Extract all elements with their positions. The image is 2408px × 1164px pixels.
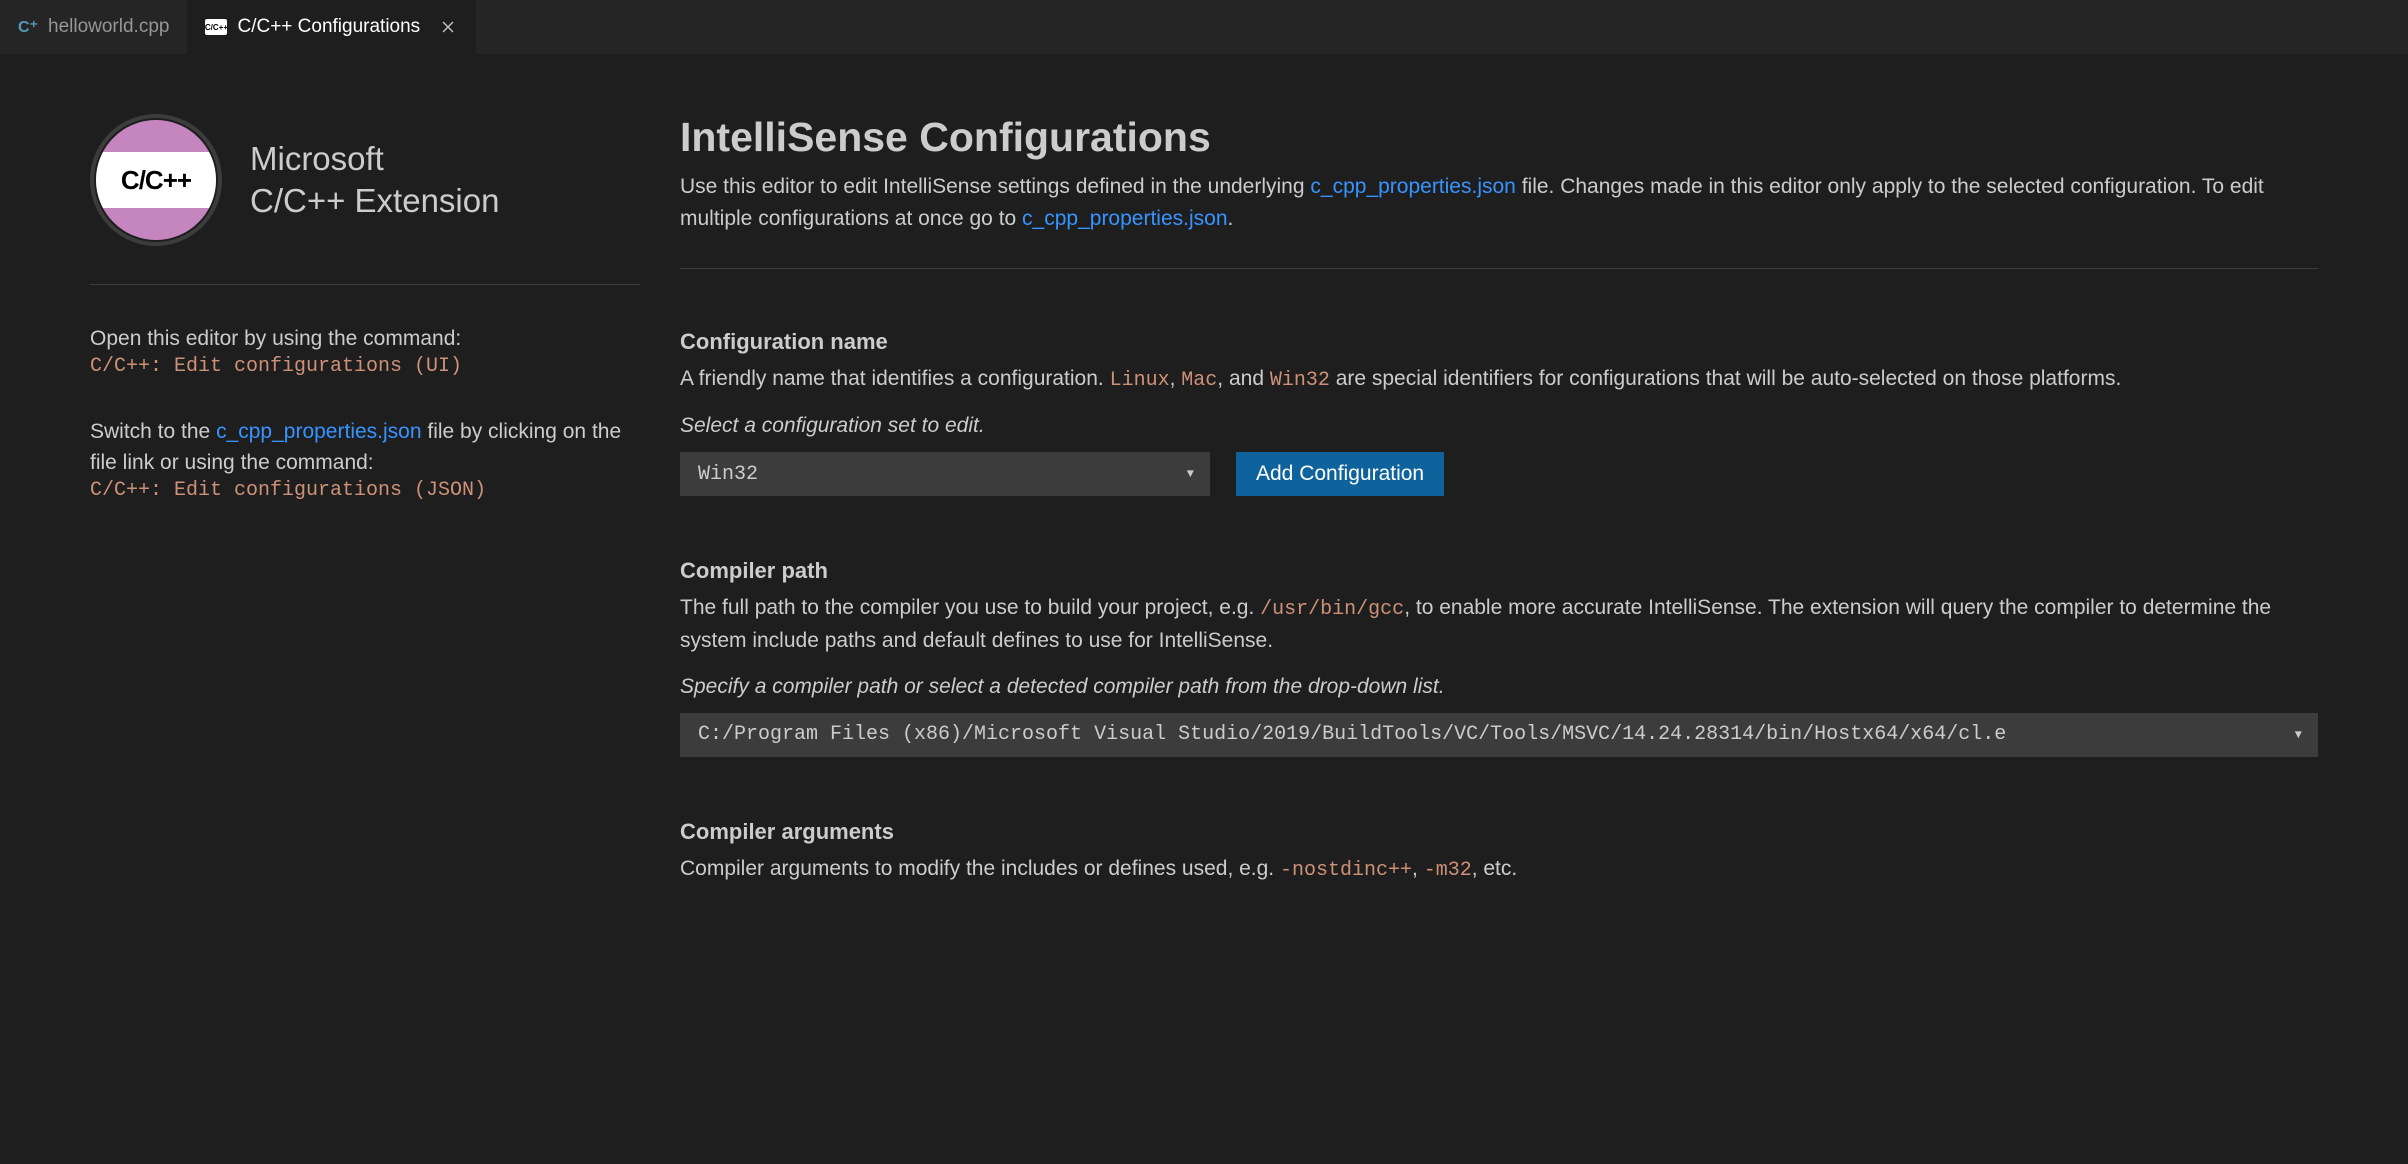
text-fragment: . (1228, 207, 1234, 230)
tab-ccpp-config[interactable]: C/C++ C/C++ Configurations (187, 0, 476, 54)
extension-logo: C/C++ (90, 114, 222, 246)
cpp-file-icon: C⁺ (18, 17, 38, 37)
select-value: Win32 (698, 463, 758, 486)
section-desc: Compiler arguments to modify the include… (680, 853, 2318, 886)
page-subtitle: Use this editor to edit IntelliSense set… (680, 171, 2318, 269)
text-fragment: , and (1217, 367, 1270, 390)
text-fragment: , (1412, 857, 1424, 880)
section-compiler-path: Compiler path The full path to the compi… (680, 558, 2318, 757)
c-cpp-properties-link[interactable]: c_cpp_properties.json (216, 420, 421, 443)
text-fragment: Compiler arguments to modify the include… (680, 857, 1280, 880)
chevron-down-icon: ▼ (2295, 728, 2302, 742)
tab-helloworld[interactable]: C⁺ helloworld.cpp (0, 0, 187, 54)
config-select-row: Win32 ▼ Add Configuration (680, 452, 2318, 496)
logo-text: C/C++ (96, 152, 216, 208)
content-area: C/C++ Microsoft C/C++ Extension Open thi… (0, 54, 2408, 948)
add-configuration-button[interactable]: Add Configuration (1236, 452, 1444, 496)
text-fragment: , (1170, 367, 1182, 390)
section-title: Configuration name (680, 329, 2318, 355)
section-hint: Select a configuration set to edit. (680, 414, 2318, 438)
text-fragment: , etc. (1472, 857, 1518, 880)
text-fragment: A friendly name that identifies a config… (680, 367, 1110, 390)
section-desc: The full path to the compiler you use to… (680, 592, 2318, 657)
c-cpp-properties-link[interactable]: c_cpp_properties.json (1022, 207, 1227, 230)
extension-title: Microsoft C/C++ Extension (250, 140, 499, 220)
select-value: C:/Program Files (x86)/Microsoft Visual … (698, 723, 2006, 746)
code-fragment: -nostdinc++ (1280, 859, 1412, 882)
tab-label: helloworld.cpp (48, 16, 169, 38)
c-cpp-properties-link[interactable]: c_cpp_properties.json (1310, 175, 1515, 198)
sidebar-open-editor-block: Open this editor by using the command: C… (90, 323, 640, 378)
code-fragment: -m32 (1424, 859, 1472, 882)
section-hint: Specify a compiler path or select a dete… (680, 675, 2318, 699)
text-fragment: The full path to the compiler you use to… (680, 596, 1260, 619)
chevron-down-icon: ▼ (1187, 467, 1194, 481)
extension-name: C/C++ Extension (250, 182, 499, 220)
code-fragment: Mac (1181, 369, 1217, 392)
section-compiler-arguments: Compiler arguments Compiler arguments to… (680, 819, 2318, 886)
section-title: Compiler path (680, 558, 2318, 584)
close-icon[interactable] (438, 17, 458, 37)
sidebar-switch-text: Switch to the c_cpp_properties.json file… (90, 416, 640, 479)
compiler-path-select[interactable]: C:/Program Files (x86)/Microsoft Visual … (680, 713, 2318, 757)
sidebar: C/C++ Microsoft C/C++ Extension Open thi… (90, 114, 640, 948)
sidebar-open-text: Open this editor by using the command: (90, 323, 640, 355)
tab-bar: C⁺ helloworld.cpp C/C++ C/C++ Configurat… (0, 0, 2408, 54)
text-fragment: Switch to the (90, 420, 216, 443)
sidebar-open-cmd: C/C++: Edit configurations (UI) (90, 355, 640, 378)
page-title: IntelliSense Configurations (680, 114, 2318, 161)
section-desc: A friendly name that identifies a config… (680, 363, 2318, 396)
extension-header: C/C++ Microsoft C/C++ Extension (90, 114, 640, 285)
configuration-select[interactable]: Win32 ▼ (680, 452, 1210, 496)
ccpp-config-icon: C/C++ (205, 19, 227, 35)
section-configuration-name: Configuration name A friendly name that … (680, 329, 2318, 496)
sidebar-switch-block: Switch to the c_cpp_properties.json file… (90, 416, 640, 502)
code-fragment: Linux (1110, 369, 1170, 392)
sidebar-switch-cmd: C/C++: Edit configurations (JSON) (90, 479, 640, 502)
main-panel: IntelliSense Configurations Use this edi… (680, 114, 2318, 948)
code-fragment: Win32 (1270, 369, 1330, 392)
extension-vendor: Microsoft (250, 140, 499, 178)
tab-label: C/C++ Configurations (237, 16, 420, 38)
code-fragment: /usr/bin/gcc (1260, 598, 1404, 621)
text-fragment: are special identifiers for configuratio… (1330, 367, 2121, 390)
section-title: Compiler arguments (680, 819, 2318, 845)
text-fragment: Use this editor to edit IntelliSense set… (680, 175, 1310, 198)
